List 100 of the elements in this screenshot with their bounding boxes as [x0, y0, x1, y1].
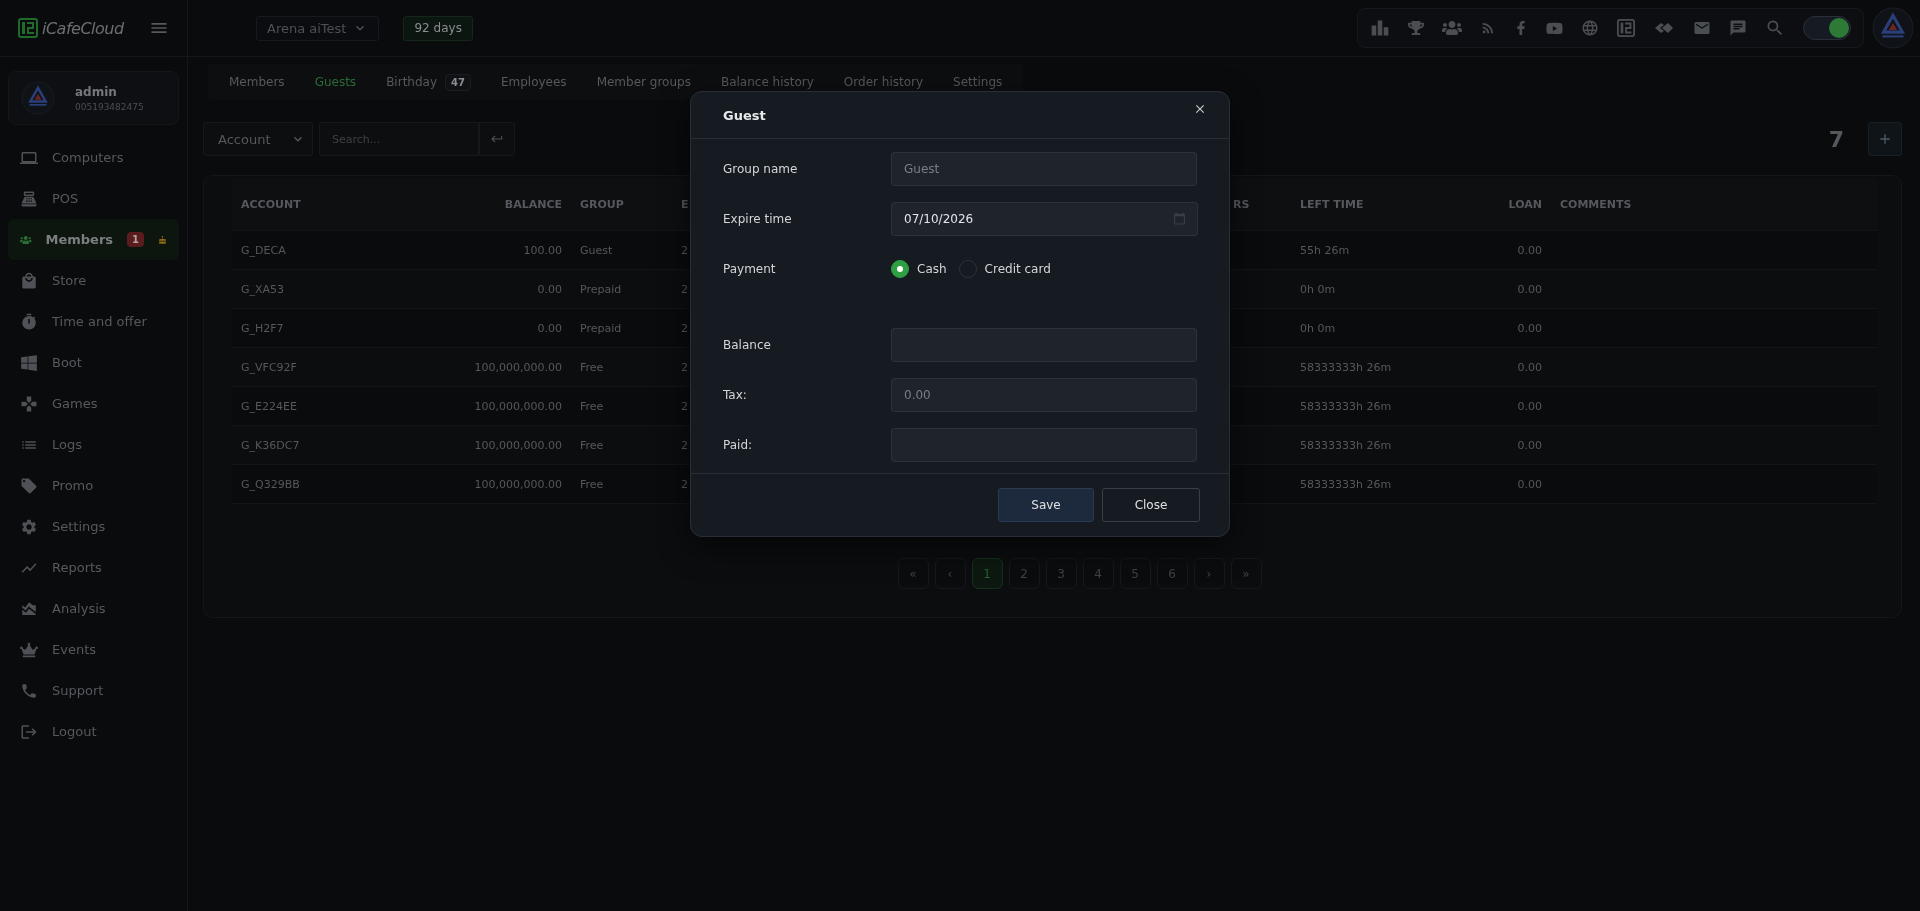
page-button[interactable]: 4 [1082, 558, 1114, 589]
sidebar-item[interactable]: Logs [8, 424, 179, 465]
table-cell-text: 100,000,000.00 [473, 477, 563, 491]
tab-label: Order history [843, 75, 924, 89]
table-cell-text: 0.00 [1516, 243, 1543, 257]
user-name: admin [75, 84, 118, 99]
tab[interactable]: Balance history [705, 75, 829, 89]
logo-icon[interactable] [1617, 19, 1635, 37]
sidebar-item[interactable]: Members 1 [8, 219, 179, 260]
table-cell-text: 0.00 [1516, 399, 1543, 413]
input-field[interactable]: 0.00 [891, 378, 1197, 412]
sidebar-label: Store [52, 273, 87, 288]
plus-icon [1877, 131, 1893, 147]
sidebar-label: Games [52, 396, 98, 411]
sidebar-item[interactable]: Time and offer [8, 301, 179, 342]
days-badge: 92 days [403, 15, 473, 41]
column-header: LEFT TIME [1299, 197, 1365, 211]
table-cell-text: Free [579, 399, 605, 413]
table-cell-text: 58333333h 26m [1299, 438, 1393, 452]
tab[interactable]: Member groups [581, 75, 706, 89]
table-cell-text: 100,000,000.00 [473, 399, 563, 413]
page-button[interactable]: » [1230, 558, 1262, 589]
date-field[interactable]: 07/10/2026 [891, 202, 1198, 236]
tab-label: Balance history [720, 75, 814, 89]
tab[interactable]: Birthday 47 [371, 73, 486, 91]
result-count: 7 [1828, 126, 1844, 152]
enter-button[interactable] [479, 122, 515, 156]
chat-icon[interactable] [1729, 19, 1747, 37]
sidebar-item[interactable]: Events [8, 629, 179, 670]
input-field[interactable]: Guest [891, 152, 1197, 186]
sidebar-label: Logs [52, 437, 82, 452]
facebook-icon[interactable] [1514, 21, 1528, 35]
sidebar-label: POS [52, 191, 79, 206]
chevrons-icon[interactable] [1653, 21, 1675, 35]
page-button[interactable]: 1 [971, 558, 1003, 589]
sidebar-item[interactable]: Computers [8, 137, 179, 178]
rss-icon[interactable] [1480, 20, 1496, 36]
sidebar-item[interactable]: POS [8, 178, 179, 219]
input-field[interactable] [891, 428, 1197, 462]
branch-select[interactable]: Arena aiTest [256, 15, 380, 41]
column-header: LOAN [1507, 197, 1543, 211]
sidebar-item[interactable]: Settings [8, 506, 179, 547]
calendar-icon[interactable] [1173, 212, 1186, 225]
tab[interactable]: Guests [299, 75, 372, 89]
bag-icon [20, 271, 38, 290]
trophy-icon[interactable] [1408, 20, 1424, 36]
input-field[interactable] [891, 328, 1197, 362]
tab-label: Employees [500, 75, 567, 89]
table-cell-text: 2 [680, 438, 689, 452]
sidebar-item[interactable]: Promo [8, 465, 179, 506]
page-button[interactable]: ‹ [934, 558, 966, 589]
tab[interactable]: Members [214, 75, 300, 89]
leaderboard-icon[interactable] [1370, 18, 1390, 38]
tab[interactable]: Settings [938, 75, 1018, 89]
table-cell-text: G_DECA [240, 243, 287, 257]
phone-icon [20, 681, 38, 700]
sidebar-item[interactable]: Games [8, 383, 179, 424]
sidebar-item[interactable]: Support [8, 670, 179, 711]
settings-icon [20, 517, 38, 536]
sidebar-item[interactable]: Logout [8, 711, 179, 752]
sidebar-item[interactable]: Analysis [8, 588, 179, 629]
sidebar-label: Boot [52, 355, 82, 370]
radio-button[interactable] [891, 260, 909, 278]
table-cell-text: Prepaid [579, 282, 623, 296]
theme-toggle[interactable] [1803, 16, 1851, 40]
table-cell-text: 2 [680, 321, 689, 335]
table-cell-text: 2 [680, 477, 689, 491]
close-button[interactable]: Close [1102, 488, 1200, 522]
globe-icon[interactable] [1581, 19, 1599, 37]
count-badge: 47 [445, 73, 471, 91]
table-cell-text: G_XA53 [240, 282, 286, 296]
add-button[interactable] [1868, 122, 1902, 156]
page-button[interactable]: « [897, 558, 929, 589]
sidebar-label: Analysis [52, 601, 106, 616]
page-button[interactable]: 6 [1156, 558, 1188, 589]
table-cell-text: G_K36DC7 [240, 438, 301, 452]
sidebar-label: Logout [52, 724, 97, 739]
user-phone: 005193482475 [75, 101, 144, 112]
save-button[interactable]: Save [998, 488, 1094, 522]
sidebar-item[interactable]: Store [8, 260, 179, 301]
sidebar-item[interactable]: Boot [8, 342, 179, 383]
people-icon[interactable] [1442, 18, 1462, 38]
page-button[interactable]: 2 [1008, 558, 1040, 589]
search-icon[interactable] [1765, 18, 1785, 38]
cash-register-icon [20, 189, 38, 208]
table-cell-text: 2 [680, 399, 689, 413]
page-button[interactable]: › [1193, 558, 1225, 589]
windows-icon [20, 353, 38, 372]
tab[interactable]: Employees [485, 75, 582, 89]
table-cell-text: 58333333h 26m [1299, 399, 1393, 413]
close-button[interactable] [1193, 102, 1207, 116]
mail-icon[interactable] [1693, 19, 1711, 37]
crown-icon [20, 640, 38, 659]
sidebar-item[interactable]: Reports [8, 547, 179, 588]
table-cell-text: G_Q329BB [240, 477, 301, 491]
sidebar-label: Reports [52, 560, 102, 575]
tab[interactable]: Order history [828, 75, 939, 89]
column-header: BALANCE [503, 197, 563, 211]
table-cell-text: 100,000,000.00 [473, 438, 563, 452]
field-select[interactable]: Account [203, 122, 313, 156]
